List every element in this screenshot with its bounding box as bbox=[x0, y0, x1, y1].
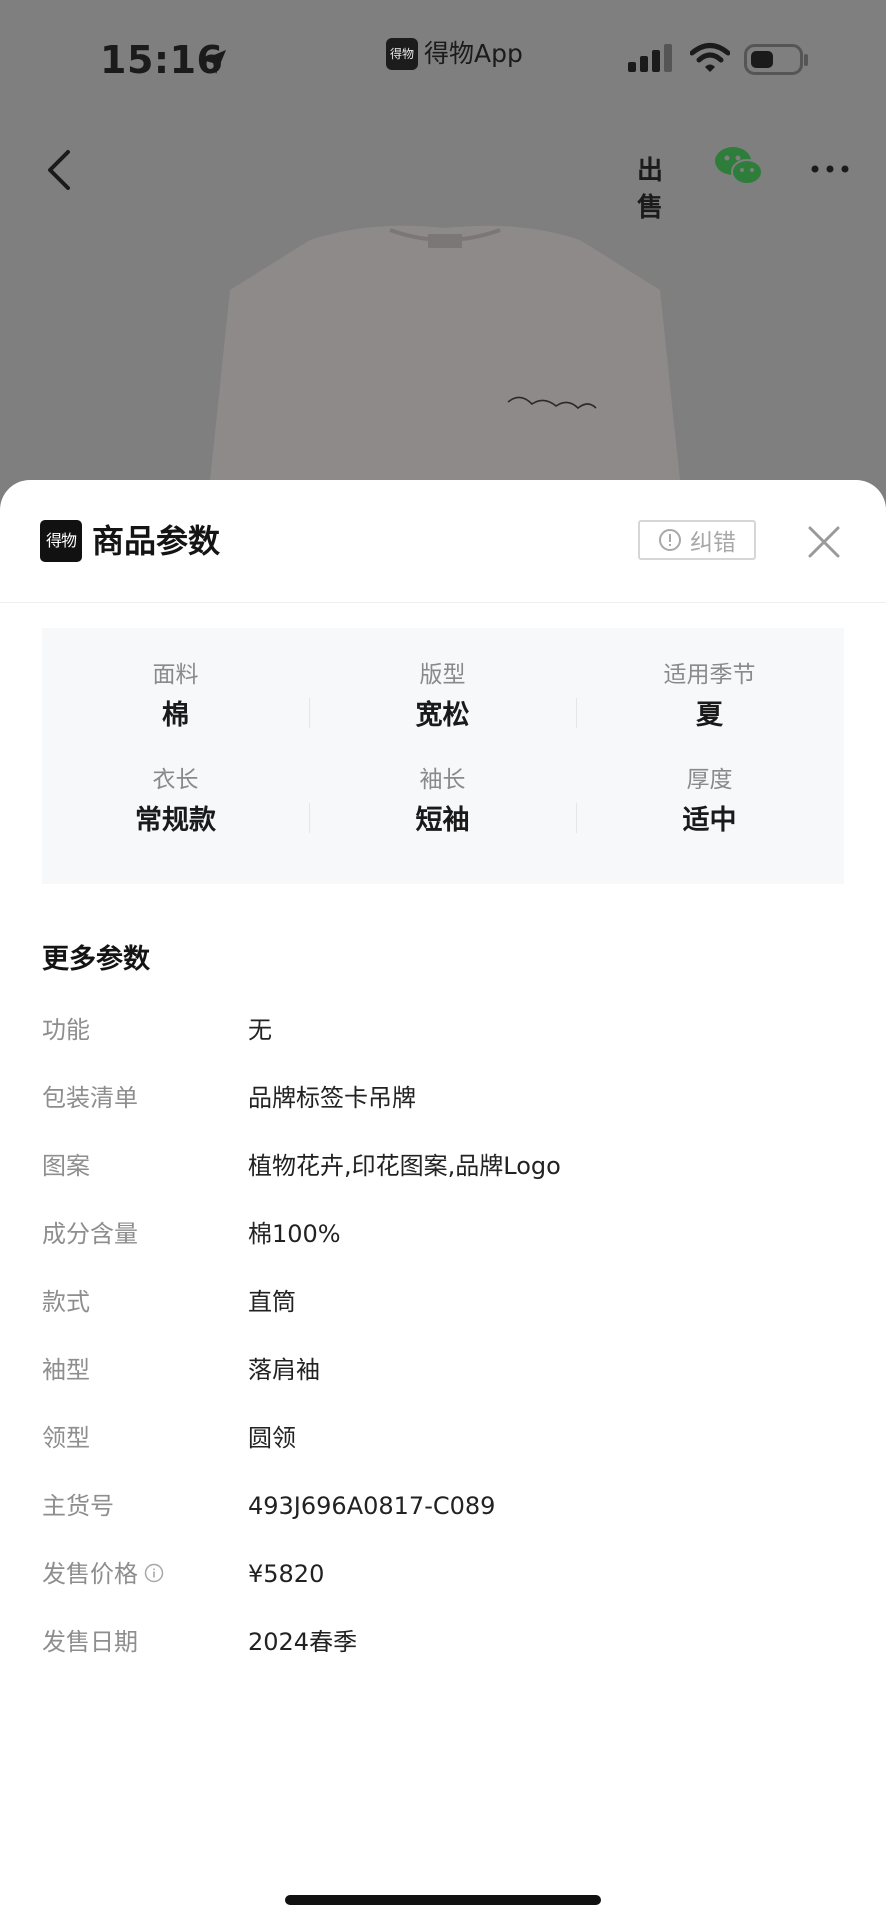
param-row: 袖型 落肩袖 bbox=[42, 1350, 842, 1390]
spec-label: 面料 bbox=[152, 662, 199, 688]
spec-item: 袖长 短袖 bbox=[309, 763, 576, 841]
param-value: 493J696A0817-C089 bbox=[248, 1492, 496, 1520]
app-name: 得物App bbox=[424, 39, 523, 68]
param-label: 领型 bbox=[42, 1424, 90, 1452]
spec-label: 衣长 bbox=[152, 767, 199, 793]
more-params-title: 更多参数 bbox=[42, 944, 150, 975]
home-indicator bbox=[285, 1895, 601, 1905]
signal-icon bbox=[628, 44, 672, 72]
spec-item: 厚度 适中 bbox=[576, 763, 843, 841]
param-label: 袖型 bbox=[42, 1356, 90, 1384]
spec-value: 夏 bbox=[696, 700, 723, 731]
sell-label: 出售 bbox=[636, 156, 663, 223]
spec-item: 衣长 常规款 bbox=[42, 763, 309, 841]
param-label-with-info: 发售价格 bbox=[42, 1554, 164, 1594]
spec-value: 棉 bbox=[162, 700, 189, 731]
status-bar: 15:16 得物 得物App bbox=[0, 0, 886, 120]
param-label: 发售价格 bbox=[42, 1560, 138, 1588]
spec-value: 常规款 bbox=[135, 805, 216, 836]
close-icon[interactable] bbox=[806, 524, 842, 560]
spec-value: 宽松 bbox=[415, 700, 470, 731]
product-params-sheet: 得物 商品参数 纠错 面料 棉 版型 宽松 适用季节 夏 衣长 常规款 袖长 短… bbox=[0, 480, 886, 1920]
param-value: 植物花卉,印花图案,品牌Logo bbox=[248, 1152, 561, 1180]
correct-error-button[interactable]: 纠错 bbox=[638, 520, 756, 560]
sheet-title: 商品参数 bbox=[92, 522, 221, 560]
location-arrow-icon bbox=[202, 50, 226, 74]
param-row: 领型 圆领 bbox=[42, 1418, 842, 1458]
correct-error-label: 纠错 bbox=[690, 530, 736, 556]
app-badge: 得物 bbox=[386, 38, 418, 70]
param-label: 功能 bbox=[42, 1016, 90, 1044]
brand-logo: 得物 bbox=[40, 520, 82, 562]
param-label: 发售日期 bbox=[42, 1628, 138, 1656]
param-label: 图案 bbox=[42, 1152, 90, 1180]
spec-divider bbox=[576, 698, 577, 728]
param-row: 功能 无 bbox=[42, 1010, 842, 1050]
alert-circle-icon bbox=[659, 529, 681, 551]
nav-bar: 出售 bbox=[0, 130, 886, 223]
wechat-icon[interactable] bbox=[714, 144, 764, 188]
spec-divider bbox=[576, 803, 577, 833]
key-specs-grid: 面料 棉 版型 宽松 适用季节 夏 衣长 常规款 袖长 短袖 厚度 适中 bbox=[42, 628, 844, 884]
spec-label: 版型 bbox=[419, 662, 466, 688]
sell-button[interactable]: 出售 bbox=[628, 144, 672, 223]
info-icon[interactable] bbox=[144, 1563, 164, 1583]
spec-divider bbox=[309, 698, 310, 728]
param-row: 发售日期 2024春季 bbox=[42, 1622, 842, 1662]
product-image bbox=[210, 225, 680, 480]
param-value: 圆领 bbox=[248, 1424, 296, 1452]
spec-item: 版型 宽松 bbox=[309, 658, 576, 736]
spec-value: 短袖 bbox=[415, 805, 470, 836]
param-row: 包装清单 品牌标签卡吊牌 bbox=[42, 1078, 842, 1118]
param-row: 成分含量 棉100% bbox=[42, 1214, 842, 1254]
param-value: 落肩袖 bbox=[248, 1356, 320, 1384]
param-label: 主货号 bbox=[42, 1492, 114, 1520]
param-value: ¥5820 bbox=[248, 1560, 325, 1588]
param-row: 款式 直筒 bbox=[42, 1282, 842, 1322]
spec-divider bbox=[309, 803, 310, 833]
param-value: 直筒 bbox=[248, 1288, 296, 1316]
spec-item: 适用季节 夏 bbox=[576, 658, 843, 736]
wifi-icon bbox=[690, 43, 730, 72]
param-row: 发售价格 ¥5820 bbox=[42, 1554, 842, 1594]
param-label: 成分含量 bbox=[42, 1220, 138, 1248]
chevron-left-icon[interactable] bbox=[40, 146, 76, 194]
more-dots-icon[interactable] bbox=[810, 164, 850, 174]
spec-label: 袖长 bbox=[419, 767, 466, 793]
param-value: 2024春季 bbox=[248, 1628, 358, 1656]
spec-item: 面料 棉 bbox=[42, 658, 309, 736]
param-value: 无 bbox=[248, 1016, 272, 1044]
param-row: 图案 植物花卉,印花图案,品牌Logo bbox=[42, 1146, 842, 1186]
spec-label: 适用季节 bbox=[663, 662, 756, 688]
param-value: 品牌标签卡吊牌 bbox=[248, 1084, 416, 1112]
sheet-header: 得物 商品参数 纠错 bbox=[0, 480, 886, 603]
spec-value: 适中 bbox=[682, 805, 737, 836]
battery-icon bbox=[744, 44, 808, 75]
param-value: 棉100% bbox=[248, 1220, 341, 1248]
param-row: 主货号 493J696A0817-C089 bbox=[42, 1486, 842, 1526]
param-label: 款式 bbox=[42, 1288, 90, 1316]
param-label: 包装清单 bbox=[42, 1084, 138, 1112]
spec-label: 厚度 bbox=[686, 767, 733, 793]
